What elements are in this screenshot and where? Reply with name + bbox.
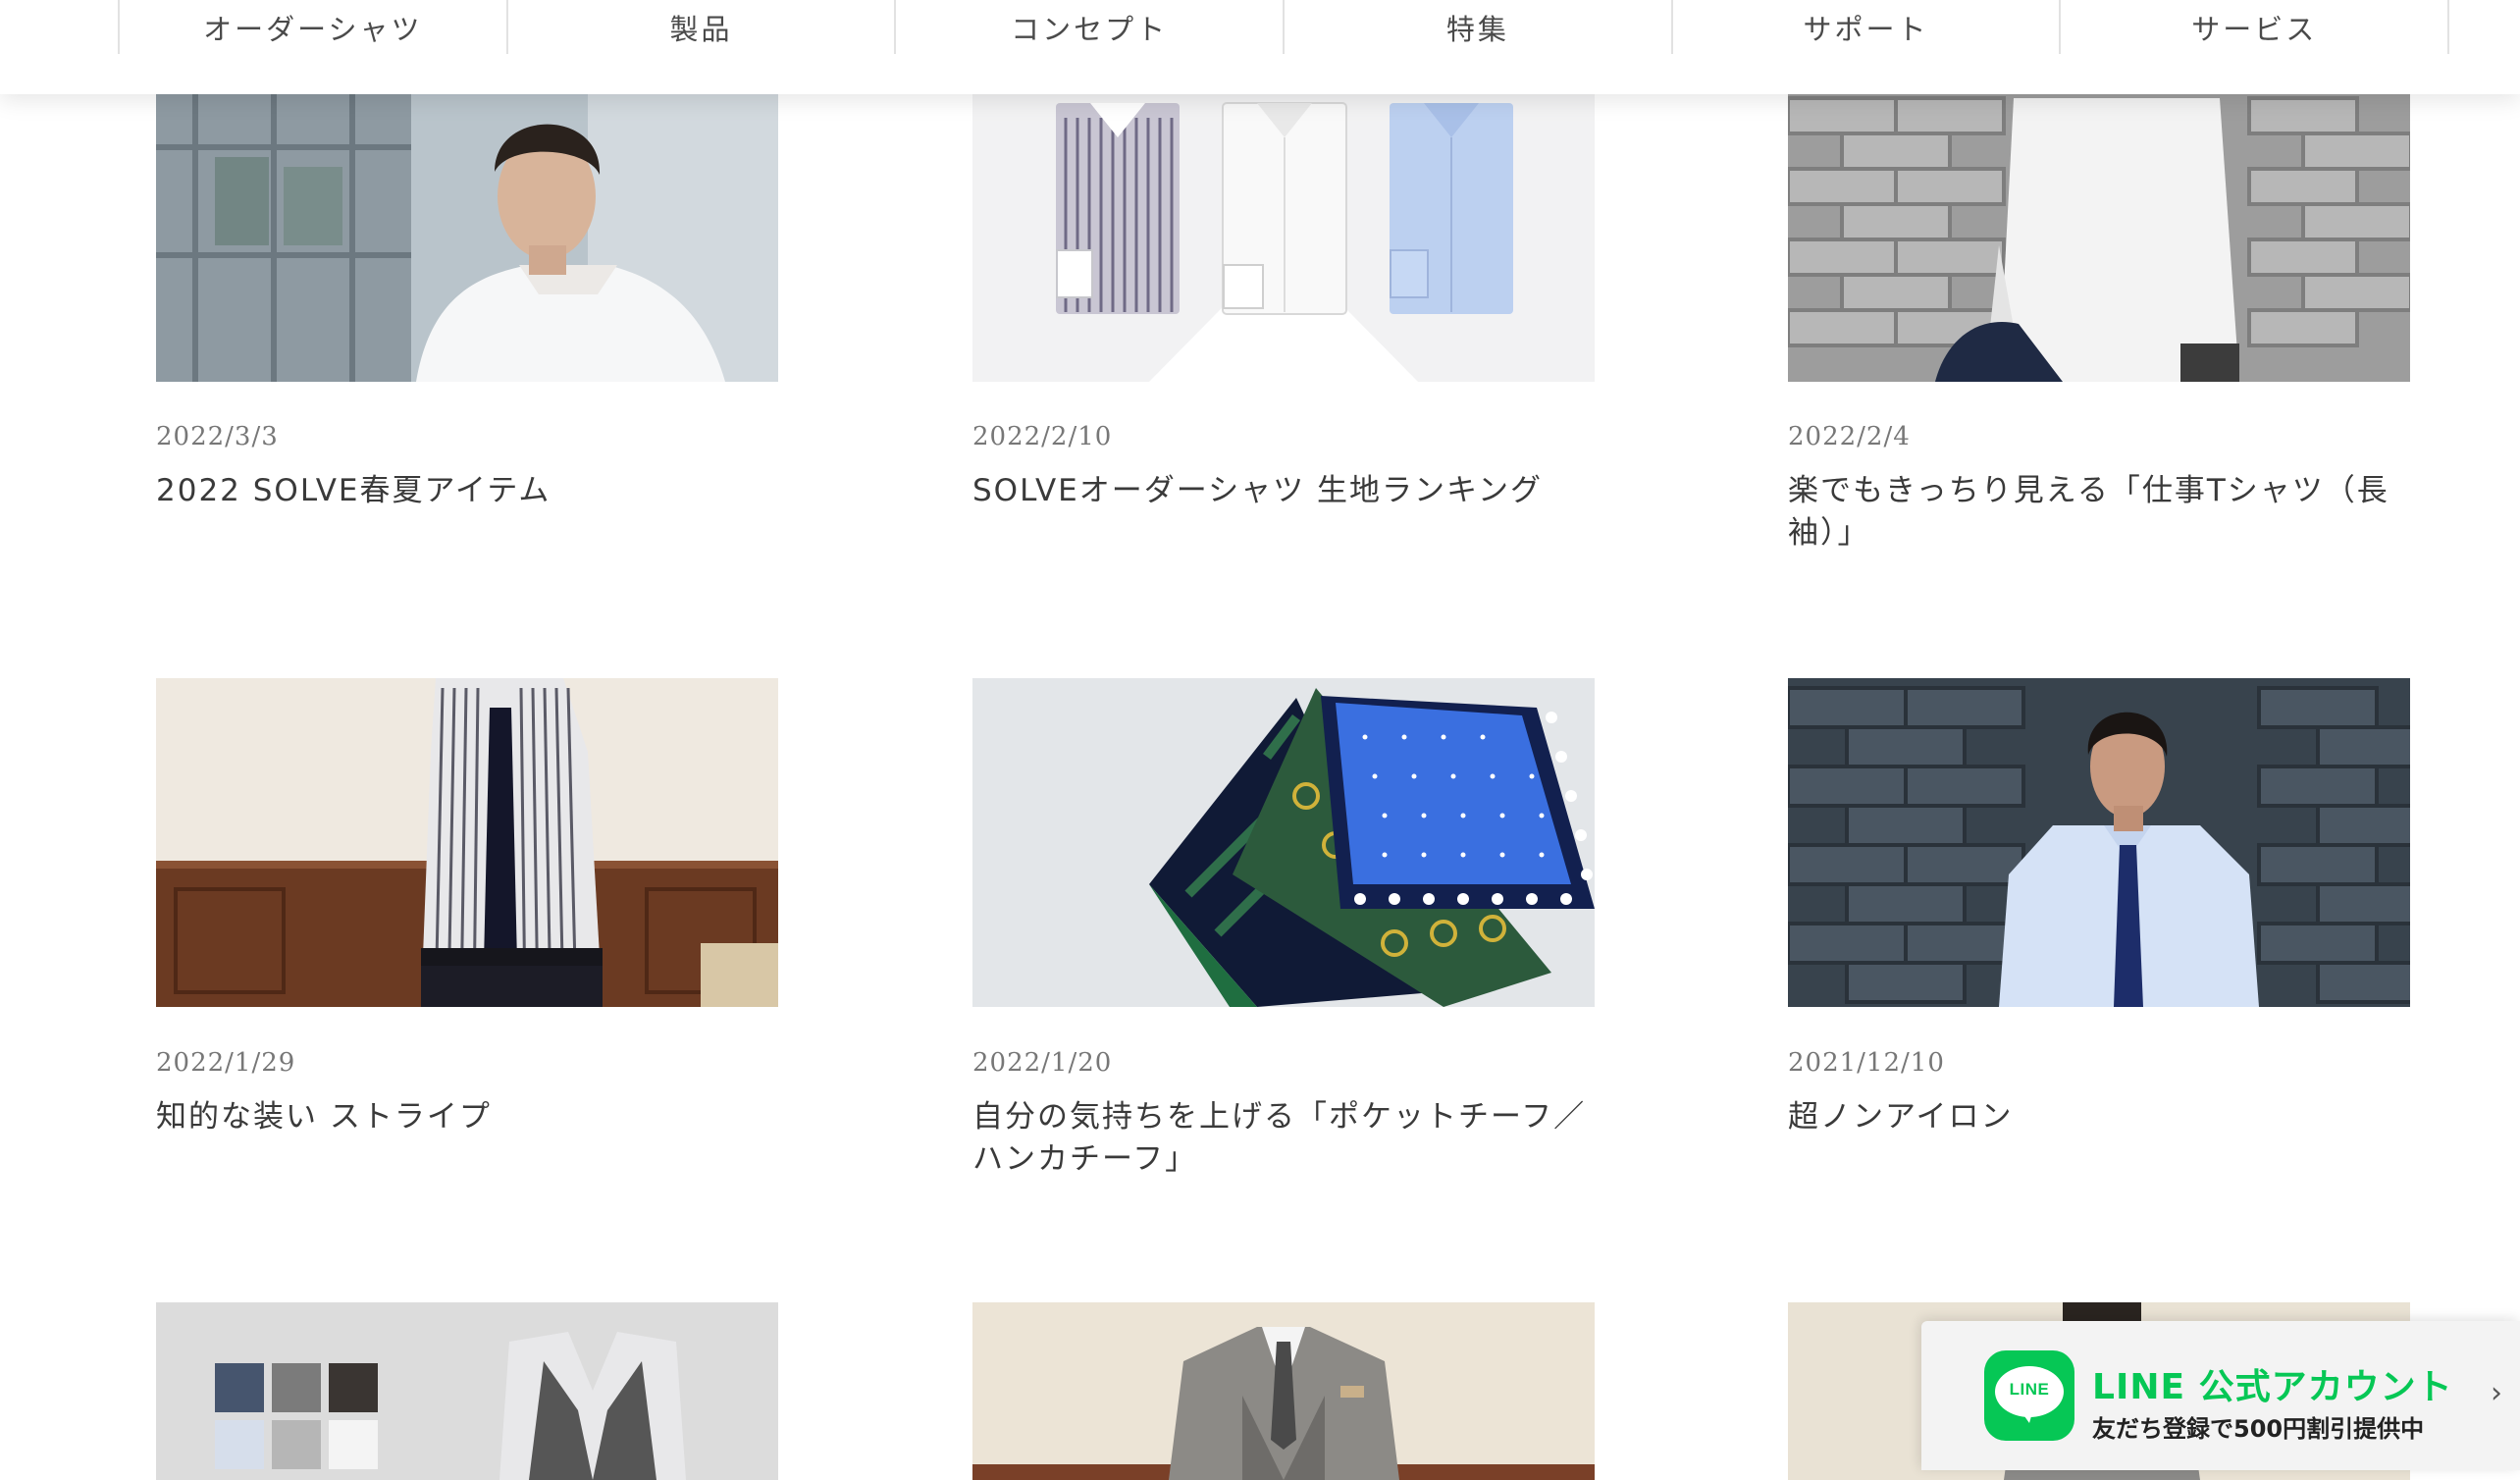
article-title[interactable]: 自分の気持ちを上げる「ポケットチーフ／ハンカチーフ」 bbox=[972, 1096, 1595, 1181]
article-card[interactable]: 2022/1/29 知的な装い ストライプ bbox=[156, 678, 778, 1228]
article-thumbnail[interactable] bbox=[156, 1302, 778, 1480]
global-nav: オーダーシャツ 製品 コンセプト 特集 サポート サービス bbox=[0, 0, 2520, 94]
article-title[interactable]: 知的な装い ストライプ bbox=[156, 1096, 778, 1138]
page: オーダーシャツ 製品 コンセプト 特集 サポート サービス 2022/3/3 2… bbox=[0, 0, 2520, 1480]
article-date: 2022/1/20 bbox=[972, 1048, 1113, 1078]
article-date: 2022/1/29 bbox=[156, 1048, 296, 1078]
article-thumbnail-image bbox=[1788, 678, 2410, 1007]
article-thumbnail-image bbox=[156, 678, 778, 1007]
article-title[interactable]: 超ノンアイロン bbox=[1788, 1096, 2410, 1138]
line-logo-icon: LINE bbox=[1984, 1350, 2074, 1441]
article-thumbnail-image bbox=[156, 1302, 778, 1480]
nav-item-order-shirt[interactable]: オーダーシャツ bbox=[118, 0, 506, 54]
article-title[interactable]: SOLVEオーダーシャツ 生地ランキング bbox=[972, 470, 1595, 512]
line-logo-text: LINE bbox=[2009, 1380, 2050, 1399]
nav-item-support[interactable]: サポート bbox=[1670, 0, 2060, 54]
chevron-right-icon[interactable]: › bbox=[2491, 1376, 2502, 1410]
nav-item-features[interactable]: 特集 bbox=[1283, 0, 1671, 54]
article-date: 2022/2/10 bbox=[972, 422, 1113, 451]
article-card[interactable]: 2022/1/20 自分の気持ちを上げる「ポケットチーフ／ハンカチーフ」 bbox=[972, 678, 1595, 1228]
line-banner-title: LINE 公式アカウント bbox=[2092, 1367, 2453, 1407]
article-thumbnail[interactable] bbox=[156, 678, 778, 1007]
article-date: 2022/3/3 bbox=[156, 422, 279, 451]
article-card[interactable]: 2021/12/10 超ノンアイロン bbox=[1788, 678, 2410, 1228]
article-date: 2022/2/4 bbox=[1788, 422, 1911, 451]
article-thumbnail[interactable] bbox=[1788, 678, 2410, 1007]
article-date: 2021/12/10 bbox=[1788, 1048, 1945, 1078]
article-title[interactable]: 2022 SOLVE春夏アイテム bbox=[156, 470, 778, 512]
line-banner-subtitle: 友だち登録で500円割引提供中 bbox=[2092, 1415, 2425, 1443]
article-thumbnail-image bbox=[972, 1302, 1595, 1480]
line-official-account-banner[interactable]: LINE LINE 公式アカウント 友だち登録で500円割引提供中 › bbox=[1921, 1321, 2520, 1470]
global-nav-list: オーダーシャツ 製品 コンセプト 特集 サポート サービス bbox=[118, 0, 2450, 54]
article-title[interactable]: 楽でもきっちり見える「仕事Tシャツ（長袖）」 bbox=[1788, 470, 2410, 555]
nav-item-service[interactable]: サービス bbox=[2059, 0, 2450, 54]
article-thumbnail[interactable] bbox=[972, 678, 1595, 1007]
article-card[interactable] bbox=[972, 1302, 1595, 1480]
nav-item-concept[interactable]: コンセプト bbox=[894, 0, 1283, 54]
nav-item-products[interactable]: 製品 bbox=[505, 0, 895, 54]
article-thumbnail[interactable] bbox=[972, 1302, 1595, 1480]
article-thumbnail-image bbox=[972, 678, 1595, 1007]
article-card[interactable] bbox=[156, 1302, 778, 1480]
